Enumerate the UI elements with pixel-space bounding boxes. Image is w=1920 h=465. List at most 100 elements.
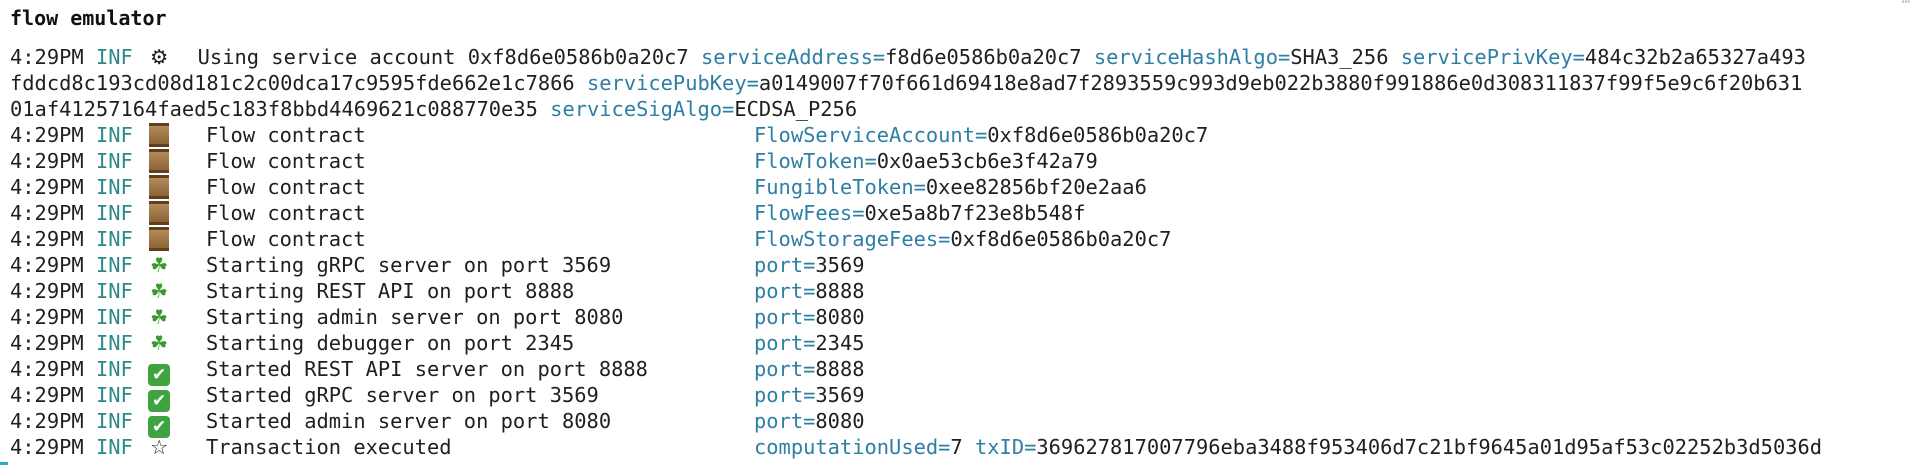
log-fields: port=2345 (754, 330, 865, 356)
window-title: flow emulator (10, 6, 167, 30)
field-value: SHA3_256 (1290, 45, 1389, 69)
field-key: servicePubKey= (587, 71, 759, 95)
log-message: Started admin server on port 8080 (206, 409, 612, 433)
field-key: FungibleToken= (754, 175, 926, 199)
field-value: 8080 (815, 305, 865, 329)
log-fields: FlowServiceAccount=0xf8d6e0586b0a20c7 (754, 122, 1208, 148)
log-time: 4:29PM (10, 331, 84, 355)
field-key: FlowServiceAccount= (754, 123, 988, 147)
log-message: Flow contract (206, 227, 366, 251)
log-fields: port=8888 (754, 356, 865, 382)
log-line: 4:29PM INF ✔ Started admin server on port… (10, 408, 1920, 438)
field-key: FlowToken= (754, 149, 877, 173)
log-line: 4:29PM INF ✔ Started gRPC server on port … (10, 382, 1920, 412)
log-line-service: 4:29PM INF ⚙ Using service account 0xf8d… (10, 44, 1920, 70)
log-time: 4:29PM (10, 201, 84, 225)
log-line: 4:29PM INF Flow contract FlowServiceAccou… (10, 122, 1920, 148)
log-fields: FungibleToken=0xee82856bf20e2aa6 (754, 174, 1147, 200)
field-key: computationUsed= (754, 435, 951, 459)
log-level: INF (95, 123, 133, 147)
log-line: 4:29PM INF Flow contract FlowToken=0x0ae5… (10, 148, 1920, 174)
field-value: 3569 (815, 383, 865, 407)
log-time: 4:29PM (10, 409, 84, 433)
log-message: Using service account 0xf8d6e0586b0a20c7 (197, 45, 689, 69)
field-key: port= (754, 331, 816, 355)
log-level: INF (95, 227, 133, 251)
crate-icon (145, 174, 173, 200)
field-key: port= (754, 305, 816, 329)
log-fields: computationUsed=7 txID=369627817007796eb… (754, 434, 1822, 460)
log-line: 4:29PM INF ☆ Transaction executed computat… (10, 434, 1920, 460)
log-level: INF (95, 175, 133, 199)
field-value: 8888 (815, 357, 865, 381)
sprout-icon: ☘ (150, 331, 169, 355)
log-fields: port=8888 (754, 278, 865, 304)
log-message: Starting REST API on port 8888 (206, 279, 575, 303)
log-level: INF (95, 409, 133, 433)
log-message: Starting debugger on port 2345 (206, 331, 575, 355)
star-icon: ☆ (149, 435, 169, 459)
field-value: f8d6e0586b0a20c7 (885, 45, 1082, 69)
sprout-icon: ☘ (150, 279, 169, 303)
crate-icon (145, 200, 173, 226)
field-key: servicePrivKey= (1400, 45, 1585, 69)
crate-icon (145, 122, 173, 148)
log-fields: port=3569 (754, 382, 865, 408)
field-key: FlowFees= (754, 201, 865, 225)
field-key: port= (754, 383, 816, 407)
field-value: 8888 (815, 279, 865, 303)
window-controls-icon[interactable]: ⋯ (1902, 0, 1910, 10)
field-key: serviceAddress= (700, 45, 886, 69)
log-time: 4:29PM (10, 435, 84, 459)
log-line: 4:29PM INF ☘ Starting debugger on port 23… (10, 330, 1920, 356)
field-value: a0149007f70f661d69418e8ad7f2893559c993d9… (758, 71, 1803, 95)
log-time: 4:29PM (10, 253, 84, 277)
field-key: port= (754, 253, 816, 277)
field-value: fddcd8c193cd08d181c2c00dca17c9595fde662e… (10, 71, 575, 95)
field-key: txID= (974, 435, 1037, 459)
log-line: 4:29PM INF ☘ Starting admin server on por… (10, 304, 1920, 330)
log-line: 4:29PM INF Flow contract FlowStorageFees=… (10, 226, 1920, 252)
log-level: INF (95, 331, 133, 355)
field-key: port= (754, 357, 816, 381)
field-value: 2345 (815, 331, 865, 355)
field-key: serviceSigAlgo= (550, 97, 735, 121)
log-level: INF (95, 305, 133, 329)
log-time: 4:29PM (10, 175, 84, 199)
log-level: INF (95, 383, 133, 407)
log-message: Starting admin server on port 8080 (206, 305, 624, 329)
crate-icon (145, 148, 173, 174)
log-message: Flow contract (206, 123, 366, 147)
log-message: Started REST API server on port 8888 (206, 357, 648, 381)
log-level: INF (95, 149, 133, 173)
log-fields: port=3569 (754, 252, 865, 278)
field-value: 7 (950, 435, 963, 459)
log-line: 4:29PM INF Flow contract FungibleToken=0x… (10, 174, 1920, 200)
gear-icon: ⚙ (149, 45, 169, 69)
field-key: port= (754, 279, 816, 303)
log-output: 4:29PM INF ⚙ Using service account 0xf8d… (10, 44, 1920, 460)
field-value: 8080 (815, 409, 865, 433)
field-value: 369627817007796eba3488f953406d7c21bf9645… (1036, 435, 1823, 459)
field-value: 0xe5a8b7f23e8b548f (864, 201, 1086, 225)
log-message: Transaction executed (206, 435, 452, 459)
sprout-icon: ☘ (150, 305, 169, 329)
field-value: 0x0ae53cb6e3f42a79 (876, 149, 1098, 173)
log-fields: port=8080 (754, 408, 865, 434)
log-line-service-wrap-2: 01af41257164faed5c183f8bbd4469621c088770… (10, 96, 1920, 122)
log-message: Flow contract (206, 201, 366, 225)
log-time: 4:29PM (10, 279, 84, 303)
sprout-icon: ☘ (150, 253, 169, 277)
log-fields: port=8080 (754, 304, 865, 330)
log-time: 4:29PM (10, 305, 84, 329)
field-key: FlowStorageFees= (754, 227, 951, 251)
log-line: 4:29PM INF ✔ Started REST API server on p… (10, 356, 1920, 386)
log-level: INF (95, 45, 133, 69)
log-time: 4:29PM (10, 383, 84, 407)
log-line: 4:29PM INF Flow contract FlowFees=0xe5a8b… (10, 200, 1920, 226)
field-value: 484c32b2a65327a493 (1584, 45, 1806, 69)
log-message: Started gRPC server on port 3569 (206, 383, 599, 407)
log-line-service-wrap-1: fddcd8c193cd08d181c2c00dca17c9595fde662e… (10, 70, 1920, 96)
field-value: 3569 (815, 253, 865, 277)
log-fields: FlowToken=0x0ae53cb6e3f42a79 (754, 148, 1098, 174)
